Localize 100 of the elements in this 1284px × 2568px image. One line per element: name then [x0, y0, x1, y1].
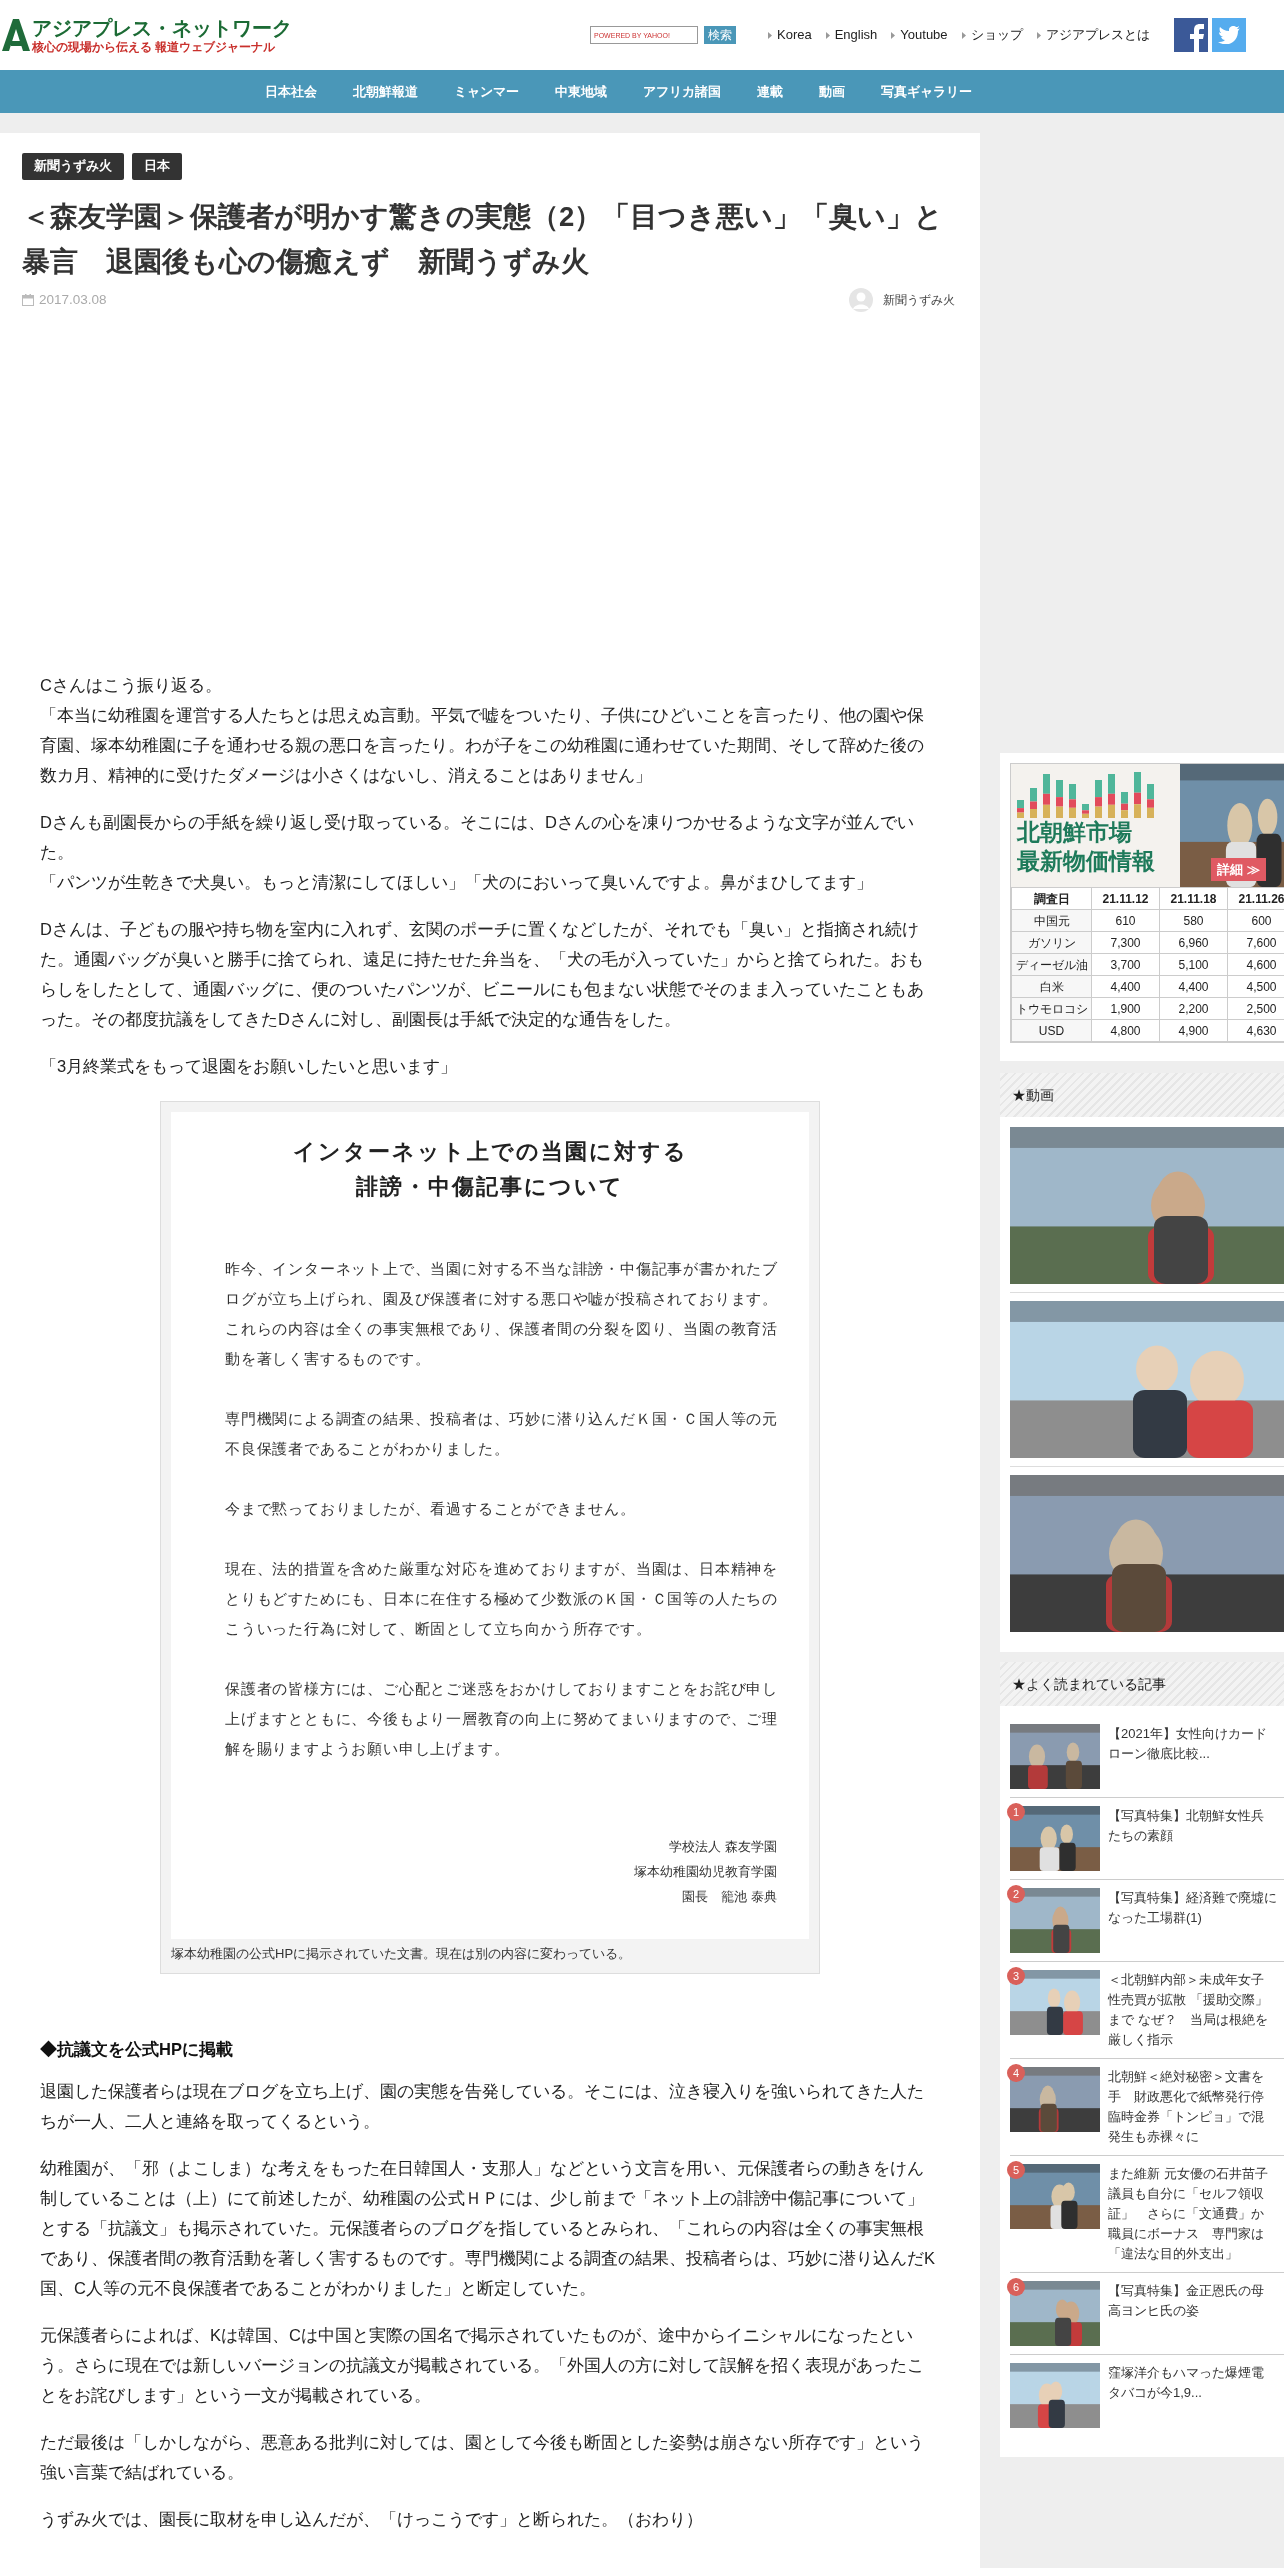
article-link[interactable]: 証」 さらに「文通費」か: [1108, 2204, 1268, 2224]
triangle-icon: [961, 31, 966, 39]
figure-caption: 塚本幼稚園の公式HPに掲示されていた文書。現在は別の内容に変わっている。: [171, 1945, 633, 1963]
table-cell: ガソリン: [1011, 931, 1092, 954]
table-header-cell: 調査日: [1011, 887, 1092, 910]
document-title: インターネット上での当園に対する: [292, 1137, 688, 1166]
article-paragraph: 退園した保護者らは現在ブログを立ち上げ、園の実態を告発している。そこには、泣き寝入りを強いられてきた人たちが一人、二人と連絡を取ってくるという。: [40, 2081, 925, 2132]
facebook-icon[interactable]: [1173, 18, 1208, 52]
table-header-cell: 21.11.12: [1091, 887, 1160, 910]
document-paragraph: 専門機関による調査の結果、投稿者は、巧妙に潜り込んだＫ国・Ｃ国人等の元不良保護者であることがわかりました。: [225, 1410, 779, 1459]
article-paragraph: うずみ火では、園長に取材を申し込んだが、「けっこうです」と断られた。（おわり）: [40, 2509, 704, 2531]
triangle-icon: [1036, 31, 1041, 39]
table-cell: 2,200: [1159, 997, 1228, 1020]
article-link[interactable]: 手 財政悪化で紙幣発行停: [1108, 2087, 1264, 2107]
table-header-cell: 21.11.26: [1227, 887, 1284, 910]
table-cell: 6,960: [1159, 931, 1228, 954]
header-link[interactable]: Korea: [768, 25, 812, 45]
article-link[interactable]: タバコが今1,9...: [1108, 2383, 1264, 2403]
header-link[interactable]: ショップ: [961, 25, 1023, 45]
header-link[interactable]: English: [825, 25, 878, 45]
table-cell: 4,400: [1159, 975, 1228, 998]
rank-badge: 6: [1007, 2278, 1025, 2296]
avatar-icon: [849, 288, 873, 312]
article-link[interactable]: なった工場群(1): [1108, 1908, 1277, 1928]
article-link[interactable]: 【写真特集】金正恩氏の母: [1108, 2281, 1264, 2301]
article-paragraph: 「パンツが生乾きで犬臭い。もっと清潔にしてほしい」「犬のにおいって臭いんですよ。鼻がまひしてます」: [40, 872, 874, 893]
table-cell: 580: [1159, 909, 1228, 932]
table-cell: 1,900: [1091, 997, 1160, 1020]
article-paragraph: 「本当に幼稚園を運営する人たちとは思えぬ言動。平気で嘘をついたり、子供にひどいことを言ったり、他の園や保育園、塚本幼稚園に子を通わせる親の悪口を言ったり。わが子をこの幼稚園に通わせていた期間、そして辞めた後の数カ月、精神的に受けたダメージは小さくはないし、消えることはありません」: [40, 705, 925, 786]
article-paragraph: Dさんも副園長からの手紙を繰り返し受け取っている。そこには、Dさんの心を凍りつかせるような文字が並んでいた。: [40, 812, 915, 863]
table-cell: 7,300: [1091, 931, 1160, 954]
table-cell: 3,700: [1091, 953, 1160, 976]
article-link[interactable]: 窪塚洋介もハマった爆煙電: [1108, 2363, 1264, 2383]
article-link[interactable]: 【写真特集】経済難で廃墟に: [1108, 1888, 1277, 1908]
header-link[interactable]: アジアプレスとは: [1036, 25, 1150, 45]
header-link[interactable]: Youtube: [891, 25, 948, 45]
article-paragraph: Dさんは、子どもの服や持ち物を室内に入れず、玄関のポーチに置くなどしたが、それでも「臭い」と指摘され続けた。通園バッグが臭いと勝手に捨てられ、遠足に持たせた弁当を、「犬の毛が入っていた」からと捨てられた。おもらしをしたとして、通園バッグに、便のついたパンツが、ビニールにも包まない状態でそのまま入っていたこともあった。その都度抗議をしてきたDさんに対し、副園長は手紙で決定的な通告をした。: [40, 919, 925, 1030]
table-cell: 610: [1091, 909, 1160, 932]
article-paragraph: 「3月終業式をもって退園をお願いしたいと思います」: [40, 1056, 459, 1077]
table-cell: ディーゼル油: [1011, 953, 1092, 976]
rank-badge: 1: [1007, 1803, 1025, 1821]
article-link[interactable]: 北朝鮮＜絶対秘密＞文書を: [1108, 2067, 1264, 2087]
rank-badge: 4: [1007, 2064, 1025, 2082]
article-link[interactable]: 【写真特集】北朝鮮女性兵: [1108, 1806, 1264, 1826]
market-banner[interactable]: 北朝鮮市場 最新物価情報 詳細 ≫: [1011, 764, 1284, 887]
rank-badge: 5: [1007, 2161, 1025, 2179]
article-link[interactable]: まで なぜ？ 当局は根絶を: [1108, 2010, 1268, 2030]
section-heading: ◆抗議文を公式HPに掲載: [40, 2039, 234, 2060]
article-link[interactable]: 性売買が拡散 「援助交際」: [1108, 1990, 1268, 2010]
document-signature: 学校法人 森友学園: [668, 1838, 777, 1856]
article-link[interactable]: 【2021年】女性向けカード: [1108, 1724, 1267, 1744]
article-link[interactable]: 高ヨンヒ氏の姿: [1108, 2301, 1264, 2321]
document-paragraph: 今まで黙っておりましたが、看過することができません。: [225, 1500, 637, 1519]
table-cell: 5,100: [1159, 953, 1228, 976]
table-cell: 4,400: [1091, 975, 1160, 998]
article-link[interactable]: また維新 元女優の石井苗子: [1108, 2164, 1268, 2184]
table-cell: 白米: [1011, 975, 1092, 998]
article-link[interactable]: 臨時金券「トンピョ」で混: [1108, 2107, 1264, 2127]
author-name[interactable]: 新聞うずみ火: [883, 291, 955, 309]
document-signature: 園長 籠池 泰典: [681, 1888, 777, 1906]
article-link[interactable]: 職員にボーナス 専門家は: [1108, 2224, 1268, 2244]
article-paragraph: 幼稚園が、「邪（よこしま）な考えをもった在日韓国人・支那人」などという文言を用い、元保護者らの動きをけん制していることは（上）にて前述したが、幼稚園の公式ＨＰには、少し前まで「ネット上の誹謗中傷記事について」とする「抗議文」も掲示されていた。元保護者らのブログを指しているとみられ、「これらの内容は全くの事実無根であり、保護者間の教育活動を著しく害するものです。専門機関による調査の結果、投稿者らは、巧妙に潜り込んだK国、C人等の元不良保護者であることがわかりました」と断定していた。: [40, 2158, 936, 2299]
document-title: 誹謗・中傷記事について: [356, 1172, 624, 1201]
article-link[interactable]: 発生も赤裸々に: [1108, 2127, 1264, 2147]
article-link[interactable]: 「違法な目的外支出」: [1108, 2244, 1268, 2264]
document-signature: 塚本幼稚園幼児教育学園: [634, 1863, 777, 1881]
article-title: ＜森友学園＞保護者が明かす驚きの実態（2）「目つき悪い」「臭い」と暴言 退園後も心の傷癒えず 新聞うずみ火: [22, 200, 945, 279]
table-cell: トウモロコシ: [1011, 997, 1092, 1020]
category-tag[interactable]: 日本: [132, 153, 182, 180]
panel-title: ★よく読まれている記事: [1012, 1674, 1166, 1694]
triangle-icon: [768, 31, 772, 39]
table-cell: 中国元: [1011, 909, 1092, 932]
triangle-icon: [825, 31, 830, 39]
site-tagline: 核心の現場から伝える 報道ウェブジャーナル: [32, 40, 277, 54]
category-tag[interactable]: 新聞うずみ火: [22, 153, 124, 180]
article-link[interactable]: ローン徹底比較...: [1108, 1744, 1267, 1764]
banner-title: 北朝鮮市場: [1017, 818, 1133, 847]
logo-icon: [2, 17, 30, 53]
document-paragraph: 保護者の皆様方には、ご心配とご迷惑をおかけしておりますことをお詫び申し上げますとともに、今後もより一層教育の向上に努めてまいりますので、ご理解を賜りますようお願い申し上げます。: [225, 1680, 779, 1759]
details-button[interactable]: 詳細 ≫: [1211, 857, 1266, 881]
triangle-icon: [891, 31, 896, 39]
publish-date: 2017.03.08: [39, 290, 107, 309]
bar-chart-icon: [1017, 770, 1157, 818]
site-logo-title[interactable]: アジアプレス・ネットワーク: [32, 16, 292, 40]
rank-badge: 2: [1007, 1885, 1025, 1903]
table-cell: 4,800: [1091, 1019, 1160, 1042]
calendar-icon: [22, 294, 34, 306]
table-cell: USD: [1011, 1019, 1092, 1042]
article-link[interactable]: ＜北朝鮮内部＞未成年女子: [1108, 1970, 1268, 1990]
article-paragraph: Cさんはこう振り返る。: [40, 675, 223, 696]
table-cell: 4,900: [1159, 1019, 1228, 1042]
banner-title: 最新物価情報: [1017, 847, 1156, 876]
panel-title: ★動画: [1012, 1085, 1054, 1105]
article-paragraph: 元保護者らによれば、Kは韓国、Cは中国と実際の国名で掲示されていたものが、途中からイニシャルになったという。さらに現在では新しいバージョンの抗議文が掲載されている。「外国人の方に対して誤解を招く表現があったことをお詫びします」という一文が掲載されている。: [40, 2325, 925, 2406]
article-link[interactable]: たちの素顔: [1108, 1826, 1264, 1846]
article-link[interactable]: 議員も自分に「セルフ領収: [1108, 2184, 1268, 2204]
article-link[interactable]: 厳しく指示: [1108, 2030, 1268, 2050]
document-paragraph: 現在、法的措置を含めた厳重な対応を進めておりますが、当園は、日本精神をとりもどすためにも、日本に在住する極めて少数派のＫ国・Ｃ国等の人たちのこういった行為に対して、断固として立ち向かう所存です。: [225, 1560, 779, 1639]
document-paragraph: 昨今、インターネット上で、当園に対する不当な誹謗・中傷記事が書かれたブログが立ち上げられ、園及び保護者に対する悪口や嘘が投稿されております。これらの内容は全くの事実無根であり、保護者間の分裂を図り、当園の教育活動を著しく害するものです。: [225, 1260, 779, 1369]
table-header-cell: 21.11.18: [1159, 887, 1228, 910]
